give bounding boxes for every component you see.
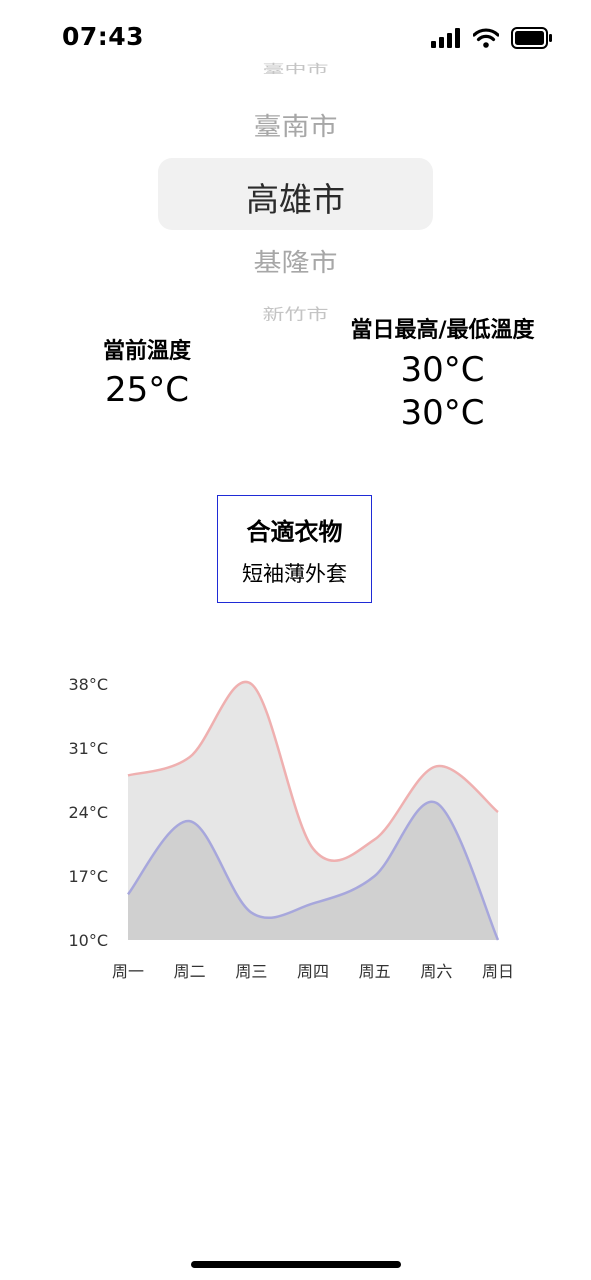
status-icons <box>431 27 553 53</box>
picker-option[interactable]: 基隆市 <box>0 243 591 279</box>
current-temp-label: 當前溫度 <box>102 339 191 364</box>
daily-high-low-label: 當日最高/最低溫度 <box>350 318 535 343</box>
y-tick-label: 17°C <box>68 867 108 886</box>
picker-option[interactable]: 臺中市 <box>0 59 591 77</box>
city-picker[interactable]: 臺中市 臺南市 高雄市 基隆市 新竹市 <box>0 55 591 325</box>
x-tick-label: 周三 <box>235 962 267 981</box>
daily-low-value: 30°C <box>400 393 485 433</box>
clothing-title: 合適衣物 <box>246 518 343 546</box>
clothing-value: 短袖薄外套 <box>242 562 347 586</box>
wifi-icon <box>472 28 500 52</box>
weekly-temperature-chart: 38°C 31°C 24°C 17°C 10°C周一 周二 周三 周四 周五 周六 周日 <box>68 675 514 981</box>
x-tick-label: 周六 <box>420 962 452 981</box>
battery-icon <box>511 27 553 53</box>
x-tick-label: 周一 <box>112 962 144 981</box>
cellular-signal-icon <box>431 28 461 52</box>
x-tick-label: 周五 <box>359 962 391 981</box>
picker-option-selected[interactable]: 高雄市 <box>0 173 591 221</box>
picker-option[interactable]: 臺南市 <box>0 107 591 143</box>
status-time: 07:43 <box>62 22 145 51</box>
current-temp-value: 25°C <box>104 370 189 410</box>
x-tick-label: 周二 <box>174 962 206 981</box>
home-indicator <box>191 1261 401 1268</box>
clothing-card: 合適衣物 短袖薄外套 <box>217 495 372 603</box>
y-tick-label: 31°C <box>68 739 108 758</box>
daily-high-value: 30°C <box>400 350 485 390</box>
y-tick-label: 24°C <box>68 803 108 822</box>
y-tick-label: 38°C <box>68 675 108 694</box>
x-tick-label: 周四 <box>297 962 329 981</box>
x-tick-label: 周日 <box>482 962 514 981</box>
y-tick-label: 10°C <box>68 931 108 950</box>
